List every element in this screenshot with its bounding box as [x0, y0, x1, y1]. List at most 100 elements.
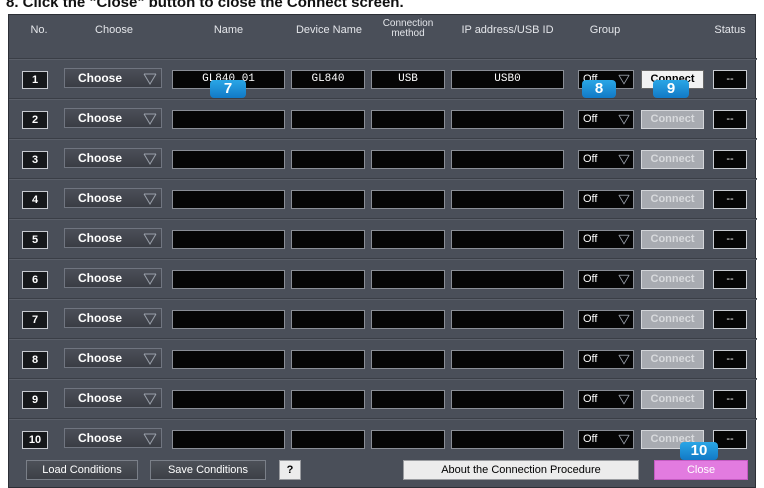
- connect-button[interactable]: Connect: [641, 150, 704, 169]
- choose-label: Choose: [78, 431, 123, 445]
- device-row: 2 Choose Off Connect --: [9, 98, 757, 138]
- choose-dropdown[interactable]: Choose: [64, 68, 162, 88]
- choose-label: Choose: [78, 151, 123, 165]
- choose-dropdown[interactable]: Choose: [64, 428, 162, 448]
- status-indicator: --: [713, 110, 747, 129]
- close-button[interactable]: Close: [654, 460, 748, 480]
- choose-label: Choose: [78, 191, 123, 205]
- choose-label: Choose: [78, 71, 123, 85]
- choose-label: Choose: [78, 111, 123, 125]
- ip-usb-id-field: [451, 350, 564, 369]
- header-ip-usb-id: IP address/USB ID: [461, 24, 554, 36]
- choose-dropdown[interactable]: Choose: [64, 228, 162, 248]
- group-value: Off: [583, 433, 598, 445]
- device-row: 3 Choose Off Connect --: [9, 138, 757, 178]
- group-dropdown[interactable]: Off: [578, 350, 634, 369]
- connection-method-field: [371, 190, 445, 209]
- connect-button[interactable]: Connect: [641, 230, 704, 249]
- chevron-down-icon: [618, 434, 630, 445]
- device-name-field[interactable]: [172, 110, 285, 129]
- ip-usb-id-field: [451, 190, 564, 209]
- chevron-down-icon: [618, 234, 630, 245]
- status-indicator: --: [713, 310, 747, 329]
- group-dropdown[interactable]: Off: [578, 310, 634, 329]
- device-name-field[interactable]: [172, 430, 285, 449]
- connect-button[interactable]: Connect: [641, 350, 704, 369]
- chevron-down-icon: [618, 274, 630, 285]
- device-row: 9 Choose Off Connect --: [9, 378, 757, 418]
- device-model-field: [291, 350, 365, 369]
- chevron-down-icon: [618, 354, 630, 365]
- chevron-down-icon: [618, 394, 630, 405]
- connection-method-field: USB: [371, 70, 445, 89]
- device-model-field: [291, 310, 365, 329]
- connection-method-field: [371, 150, 445, 169]
- group-value: Off: [583, 113, 598, 125]
- choose-dropdown[interactable]: Choose: [64, 148, 162, 168]
- connect-button[interactable]: Connect: [641, 270, 704, 289]
- status-indicator: --: [713, 150, 747, 169]
- connection-method-field: [371, 390, 445, 409]
- status-indicator: --: [713, 70, 747, 89]
- device-row: 6 Choose Off Connect --: [9, 258, 757, 298]
- device-name-field[interactable]: [172, 350, 285, 369]
- ip-usb-id-field: USB0: [451, 70, 564, 89]
- connect-button[interactable]: Connect: [641, 390, 704, 409]
- callout-badge-8: 8: [582, 80, 616, 98]
- choose-dropdown[interactable]: Choose: [64, 308, 162, 328]
- ip-usb-id-field: [451, 310, 564, 329]
- device-row: 4 Choose Off Connect --: [9, 178, 757, 218]
- row-number: 8: [22, 351, 48, 369]
- group-dropdown[interactable]: Off: [578, 150, 634, 169]
- group-dropdown[interactable]: Off: [578, 430, 634, 449]
- device-name-field[interactable]: [172, 310, 285, 329]
- choose-dropdown[interactable]: Choose: [64, 188, 162, 208]
- device-name-field[interactable]: [172, 270, 285, 289]
- chevron-down-icon: [143, 232, 157, 245]
- row-number: 4: [22, 191, 48, 209]
- device-name-field[interactable]: [172, 150, 285, 169]
- group-dropdown[interactable]: Off: [578, 230, 634, 249]
- group-dropdown[interactable]: Off: [578, 270, 634, 289]
- choose-label: Choose: [78, 271, 123, 285]
- help-button[interactable]: ?: [279, 460, 301, 480]
- save-conditions-button[interactable]: Save Conditions: [150, 460, 266, 480]
- device-model-field: [291, 150, 365, 169]
- chevron-down-icon: [143, 432, 157, 445]
- device-name-field[interactable]: [172, 390, 285, 409]
- connection-method-field: [371, 310, 445, 329]
- connect-button[interactable]: Connect: [641, 190, 704, 209]
- connect-button[interactable]: Connect: [641, 110, 704, 129]
- status-indicator: --: [713, 350, 747, 369]
- row-number: 9: [22, 391, 48, 409]
- group-dropdown[interactable]: Off: [578, 190, 634, 209]
- connection-method-field: [371, 350, 445, 369]
- header-group: Group: [589, 24, 621, 36]
- choose-dropdown[interactable]: Choose: [64, 348, 162, 368]
- choose-dropdown[interactable]: Choose: [64, 268, 162, 288]
- device-name-field[interactable]: [172, 190, 285, 209]
- device-model-field: [291, 270, 365, 289]
- connect-button[interactable]: Connect: [641, 310, 704, 329]
- choose-dropdown[interactable]: Choose: [64, 388, 162, 408]
- device-name-field[interactable]: [172, 230, 285, 249]
- group-dropdown[interactable]: Off: [578, 390, 634, 409]
- choose-label: Choose: [78, 231, 123, 245]
- chevron-down-icon: [143, 72, 157, 85]
- ip-usb-id-field: [451, 150, 564, 169]
- device-row: 10 Choose Off Connect --: [9, 418, 757, 458]
- device-model-field: [291, 390, 365, 409]
- device-row: 7 Choose Off Connect --: [9, 298, 757, 338]
- row-number: 7: [22, 311, 48, 329]
- choose-dropdown[interactable]: Choose: [64, 108, 162, 128]
- group-value: Off: [583, 193, 598, 205]
- load-conditions-button[interactable]: Load Conditions: [26, 460, 138, 480]
- device-row: 5 Choose Off Connect --: [9, 218, 757, 258]
- chevron-down-icon: [618, 154, 630, 165]
- group-dropdown[interactable]: Off: [578, 110, 634, 129]
- device-row: 8 Choose Off Connect --: [9, 338, 757, 378]
- connection-method-field: [371, 270, 445, 289]
- header-connection-line2: method: [391, 28, 425, 39]
- group-value: Off: [583, 353, 598, 365]
- about-connection-procedure-button[interactable]: About the Connection Procedure: [403, 460, 639, 480]
